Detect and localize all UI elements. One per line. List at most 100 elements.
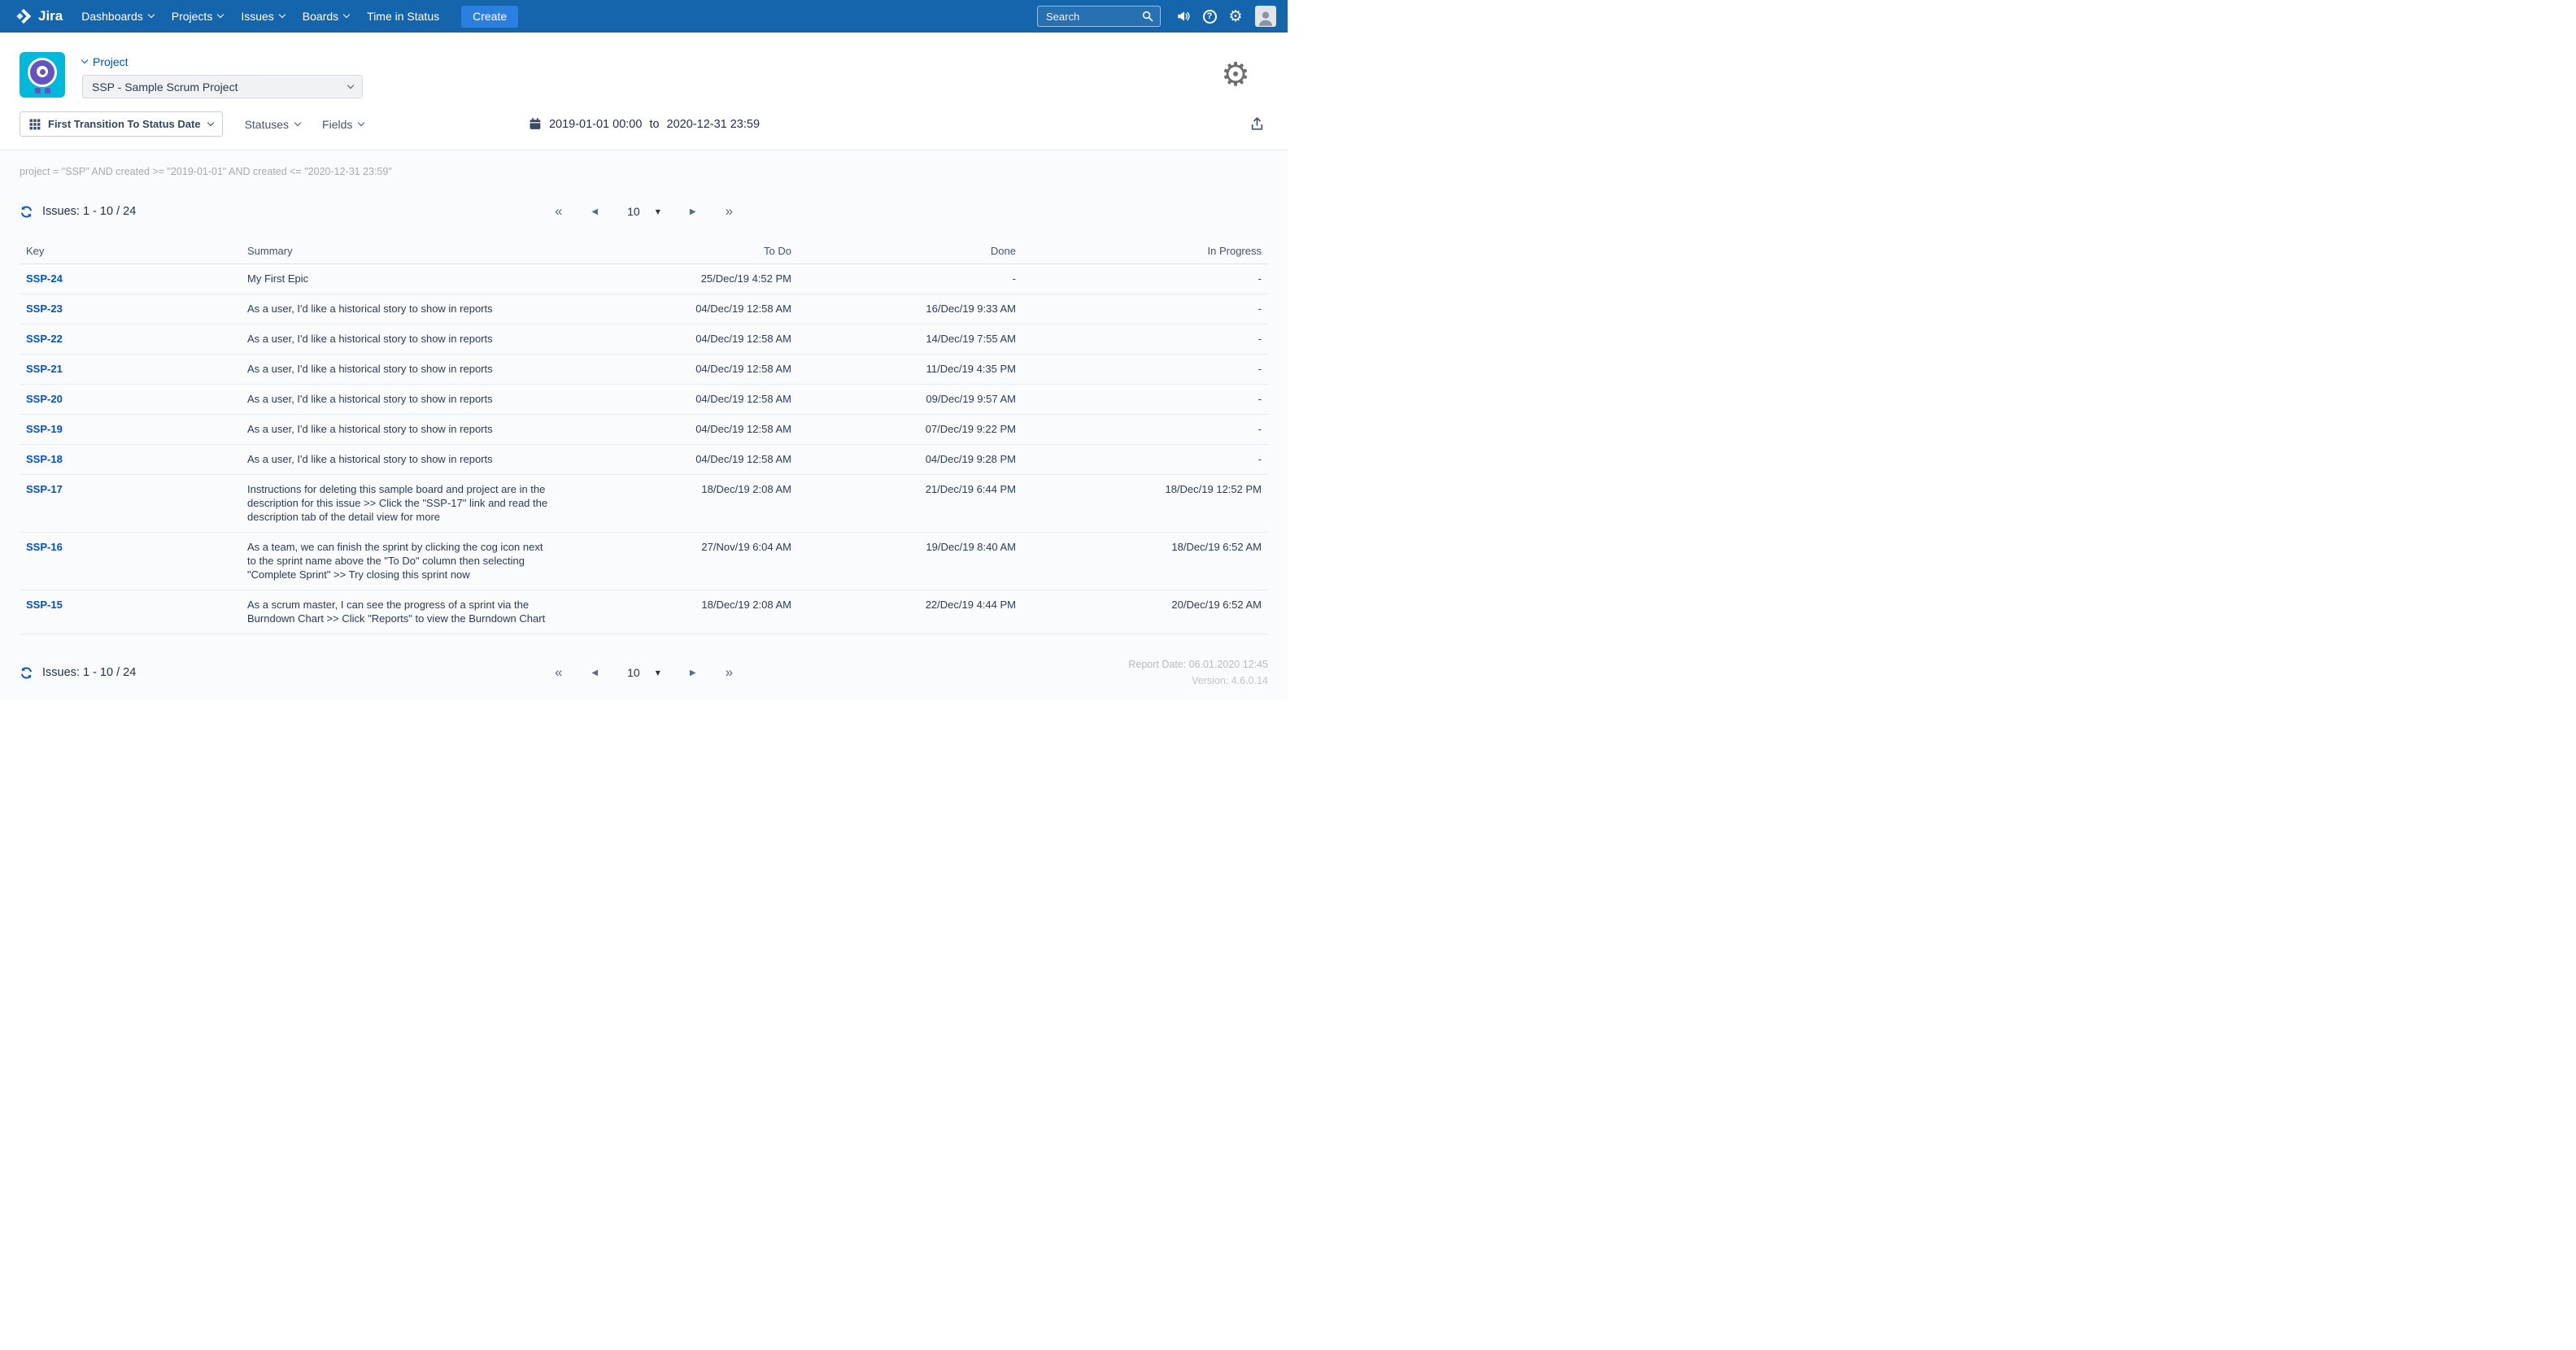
page-size-select[interactable]: 10 ▼ [627, 666, 660, 679]
last-page-button[interactable]: » [726, 203, 733, 220]
todo-date-cell: 04/Dec/19 12:58 AM [558, 414, 798, 445]
issues-count-block: Issues: 1 - 10 / 24 [20, 205, 136, 219]
project-block: Project SSP - Sample Scrum Project [81, 52, 363, 98]
project-avatar[interactable] [20, 52, 65, 98]
chevron-down-icon [81, 56, 89, 64]
column-header-todo[interactable]: To Do [558, 238, 798, 264]
page: Jira Dashboards Projects Issues Boards T… [0, 0, 1288, 700]
settings-button[interactable]: ⚙ [1223, 0, 1249, 33]
done-date-cell: 19/Dec/19 8:40 AM [798, 532, 1022, 590]
jira-brand[interactable]: Jira [11, 7, 72, 25]
grid-icon [29, 119, 41, 129]
nav-boards[interactable]: Boards [294, 0, 358, 33]
export-button[interactable] [1249, 116, 1265, 132]
project-select[interactable]: SSP - Sample Scrum Project [82, 75, 363, 98]
issue-key-cell: SSP-23 [20, 294, 241, 324]
chevron-down-icon [294, 119, 302, 126]
first-page-button[interactable]: « [555, 203, 562, 220]
search-box[interactable] [1037, 6, 1161, 27]
chevron-down-icon [207, 119, 214, 126]
issue-key-cell: SSP-22 [20, 324, 241, 355]
user-avatar[interactable] [1255, 6, 1276, 27]
prev-page-button[interactable]: ◀ [591, 668, 598, 677]
issue-key-link[interactable]: SSP-19 [26, 423, 63, 435]
done-date-cell: 16/Dec/19 9:33 AM [798, 294, 1022, 324]
report-type-button[interactable]: First Transition To Status Date [20, 111, 223, 137]
date-from: 2019-01-01 00:00 [548, 117, 643, 131]
issue-key-link[interactable]: SSP-15 [26, 599, 63, 611]
pager: « ◀ 10 ▼ ▶ » [555, 203, 733, 220]
caret-down-icon: ▼ [655, 207, 660, 216]
done-date-cell: 22/Dec/19 4:44 PM [798, 590, 1022, 634]
project-label: Project [93, 55, 129, 68]
issue-key-link[interactable]: SSP-24 [26, 272, 63, 285]
nav-projects[interactable]: Projects [163, 0, 233, 33]
done-date-cell: 14/Dec/19 7:55 AM [798, 324, 1022, 355]
nav-time-in-status[interactable]: Time in Status [358, 0, 448, 33]
issue-key-cell: SSP-16 [20, 532, 241, 590]
column-header-key[interactable]: Key [20, 238, 241, 264]
create-button[interactable]: Create [461, 5, 519, 28]
issue-key-link[interactable]: SSP-23 [26, 303, 63, 315]
table-row: SSP-21 As a user, I'd like a historical … [20, 354, 1268, 385]
issue-summary-cell: As a user, I'd like a historical story t… [241, 354, 558, 385]
search-input[interactable] [1044, 9, 1142, 24]
project-type-toggle[interactable]: Project [81, 55, 363, 68]
next-page-button[interactable]: ▶ [690, 668, 696, 677]
todo-date-cell: 04/Dec/19 12:58 AM [558, 324, 798, 355]
issue-key-link[interactable]: SSP-21 [26, 363, 63, 375]
report-content: project = "SSP" AND created >= "2019-01-… [0, 150, 1288, 700]
refresh-icon [21, 667, 32, 678]
done-date-cell: 07/Dec/19 9:22 PM [798, 414, 1022, 445]
todo-date-cell: 04/Dec/19 12:58 AM [558, 354, 798, 385]
issue-key-link[interactable]: SSP-17 [26, 483, 63, 495]
table-row: SSP-23 As a user, I'd like a historical … [20, 294, 1268, 324]
issue-key-link[interactable]: SSP-20 [26, 393, 63, 405]
statuses-dropdown[interactable]: Statuses [244, 117, 302, 131]
announcement-button[interactable] [1170, 0, 1196, 33]
project-select-value: SSP - Sample Scrum Project [92, 80, 238, 94]
gear-icon: ⚙ [1228, 7, 1243, 25]
nav-boards-label: Boards [302, 10, 339, 23]
nav-dashboards-label: Dashboards [81, 10, 143, 23]
help-button[interactable]: ? [1196, 0, 1223, 33]
report-date: Report Date: 06.01.2020 12:45 [1128, 659, 1268, 670]
prev-page-button[interactable]: ◀ [591, 207, 598, 216]
report-type-label: First Transition To Status Date [48, 118, 201, 130]
fields-label: Fields [322, 117, 353, 131]
calendar-icon [530, 118, 540, 129]
table-row: SSP-24 My First Epic 25/Dec/19 4:52 PM -… [20, 263, 1268, 294]
inprogress-date-cell: 18/Dec/19 12:52 PM [1022, 474, 1268, 533]
done-date-cell: 04/Dec/19 9:28 PM [798, 444, 1022, 475]
last-page-button[interactable]: » [726, 664, 733, 681]
statuses-label: Statuses [244, 117, 290, 131]
page-size-select[interactable]: 10 ▼ [627, 205, 660, 218]
nav-dashboards[interactable]: Dashboards [72, 0, 163, 33]
nav-projects-label: Projects [171, 10, 213, 23]
issue-summary-cell: As a user, I'd like a historical story t… [241, 414, 558, 445]
brand-label: Jira [38, 8, 63, 24]
report-settings-gear-button[interactable]: ⚙ [1221, 52, 1250, 98]
inprogress-date-cell: - [1022, 354, 1268, 385]
refresh-button[interactable] [20, 205, 33, 219]
help-icon: ? [1202, 9, 1217, 24]
top-navbar: Jira Dashboards Projects Issues Boards T… [0, 0, 1288, 33]
next-page-button[interactable]: ▶ [690, 207, 696, 216]
chevron-down-icon [217, 11, 224, 19]
table-header-row: Key Summary To Do Done In Progress [20, 238, 1268, 264]
issue-key-link[interactable]: SSP-18 [26, 453, 63, 465]
column-header-summary[interactable]: Summary [241, 238, 558, 264]
plugin-version: Version: 4.6.0.14 [1192, 675, 1268, 686]
issue-key-link[interactable]: SSP-22 [26, 333, 63, 345]
nav-issues[interactable]: Issues [232, 0, 293, 33]
page-size-value: 10 [627, 666, 640, 679]
issues-count-block-bottom: Issues: 1 - 10 / 24 [20, 666, 136, 680]
refresh-button[interactable] [20, 666, 33, 680]
column-header-done[interactable]: Done [798, 238, 1022, 264]
fields-dropdown[interactable]: Fields [322, 117, 365, 131]
date-range-picker[interactable]: 2019-01-01 00:00 to 2020-12-31 23:59 [528, 117, 760, 131]
todo-date-cell: 25/Dec/19 4:52 PM [558, 263, 798, 294]
issue-key-link[interactable]: SSP-16 [26, 541, 63, 553]
column-header-inprogress[interactable]: In Progress [1022, 238, 1268, 264]
first-page-button[interactable]: « [555, 664, 562, 681]
